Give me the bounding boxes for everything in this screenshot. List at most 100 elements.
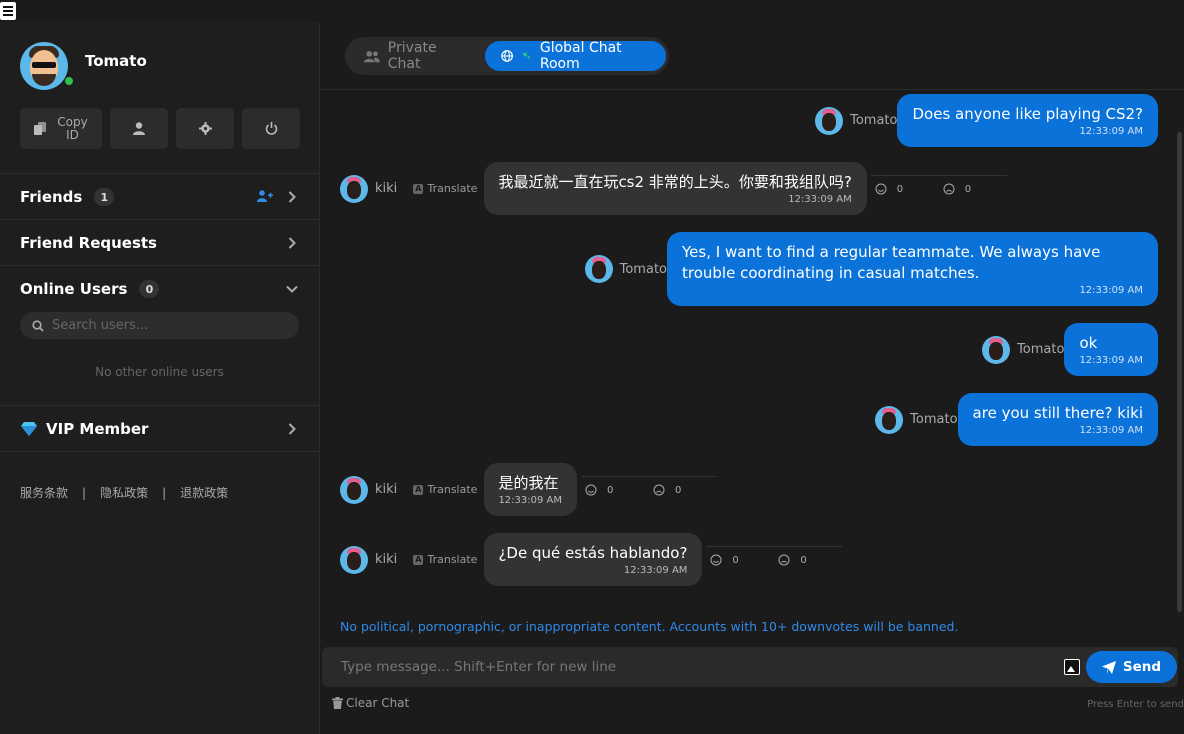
like-count: 0 — [732, 554, 739, 566]
logout-button[interactable] — [242, 108, 300, 149]
friends-section: Friends 1 — [0, 173, 319, 220]
user-icon — [133, 122, 145, 135]
power-icon — [265, 122, 277, 135]
message-bubble: ¿De qué estás hablando? 12:33:09 AM — [484, 533, 703, 586]
like-button[interactable]: 0 — [710, 554, 774, 566]
message-text: Yes, I want to find a regular teammate. … — [682, 243, 1101, 282]
friends-count-badge: 1 — [94, 188, 115, 206]
translate-button[interactable]: A Translate — [413, 182, 477, 195]
avatar — [340, 475, 368, 504]
chat-tabs: Private Chat Global Chat Room — [345, 37, 669, 75]
message-time: 12:33:09 AM — [623, 565, 688, 576]
tab-global-label: Global Chat Room — [539, 40, 622, 72]
dislike-button[interactable]: 0 — [778, 554, 842, 566]
search-icon — [32, 319, 44, 332]
message-input[interactable] — [341, 659, 1021, 675]
gear-icon — [198, 122, 212, 135]
translate-button[interactable]: A Translate — [413, 553, 477, 566]
message-reactions: 0 0 — [581, 475, 717, 504]
dislike-button[interactable]: 0 — [943, 183, 1007, 195]
message-text: are you still there? kiki — [972, 404, 1143, 422]
message-time: 12:33:09 AM — [1079, 355, 1143, 366]
vip-header[interactable]: VIP Member — [0, 406, 319, 452]
translate-button[interactable]: A Translate — [413, 483, 477, 496]
users-icon — [364, 50, 380, 62]
chevron-right-icon[interactable] — [285, 236, 299, 250]
privacy-link[interactable]: 隐私政策 — [100, 484, 148, 501]
scrollbar[interactable] — [1177, 132, 1182, 612]
message-bubble: ok 12:33:09 AM — [1064, 323, 1158, 376]
content-policy-notice: No political, pornographic, or inappropr… — [340, 619, 959, 634]
sender-name: Tomato — [910, 412, 958, 427]
translate-icon: A — [413, 554, 424, 565]
footer-links: 服务条款 | 隐私政策 | 退款政策 — [20, 484, 228, 501]
avatar[interactable] — [20, 42, 68, 90]
frown-icon — [778, 554, 790, 566]
vip-section: VIP Member — [0, 405, 319, 452]
online-status-dot — [65, 77, 73, 85]
tab-global-chat[interactable]: Global Chat Room — [485, 40, 666, 72]
message-composer: Send — [322, 647, 1178, 687]
settings-button[interactable] — [176, 108, 234, 149]
dislike-button[interactable]: 0 — [653, 484, 717, 496]
like-button[interactable]: 0 — [585, 484, 649, 496]
message-text: ok — [1079, 334, 1098, 352]
friends-label: Friends — [20, 188, 83, 206]
message-time: 12:33:09 AM — [1079, 126, 1143, 137]
smile-icon — [585, 484, 597, 496]
chevron-down-icon[interactable] — [285, 282, 299, 296]
terms-link[interactable]: 服务条款 — [20, 484, 68, 501]
tab-private-chat[interactable]: Private Chat — [348, 40, 479, 72]
copy-id-button[interactable]: Copy ID — [20, 108, 102, 149]
refund-link[interactable]: 退款政策 — [180, 484, 228, 501]
chevron-right-icon[interactable] — [285, 422, 299, 436]
search-users-box — [20, 312, 299, 339]
clear-chat-label: Clear Chat — [346, 696, 410, 710]
message-reactions: 0 0 — [706, 545, 843, 574]
friend-requests-label: Friend Requests — [20, 234, 157, 252]
sender-name: kiki — [375, 181, 398, 196]
avatar — [982, 335, 1011, 364]
sender-name: Tomato — [850, 113, 898, 128]
copy-icon — [33, 122, 46, 135]
profile-button[interactable] — [110, 108, 168, 149]
message-text: 我最近就一直在玩cs2 非常的上头。你要和我组队吗? — [498, 173, 852, 191]
menu-icon[interactable] — [0, 2, 16, 20]
frown-icon — [653, 484, 665, 496]
sender-name: kiki — [375, 552, 398, 567]
friends-header[interactable]: Friends 1 — [0, 174, 319, 220]
send-button[interactable]: Send — [1086, 651, 1177, 683]
vip-label: VIP Member — [46, 420, 149, 438]
like-count: 0 — [896, 183, 904, 195]
frown-icon — [943, 183, 955, 195]
message-bubble: 是的我在 12:33:09 AM — [484, 463, 577, 516]
search-users-input[interactable] — [52, 318, 272, 333]
message-text: 是的我在 — [498, 474, 559, 492]
online-users-header[interactable]: Online Users 0 — [0, 266, 319, 312]
online-users-count-badge: 0 — [139, 280, 160, 298]
avatar — [340, 174, 368, 203]
globe-icon — [501, 50, 514, 62]
image-icon[interactable] — [1064, 659, 1080, 675]
sender-name: kiki — [375, 482, 398, 497]
smile-icon — [710, 554, 722, 566]
translate-label: Translate — [427, 182, 478, 195]
friend-requests-section: Friend Requests — [0, 219, 319, 266]
send-label: Send — [1122, 659, 1162, 675]
like-button[interactable]: 0 — [875, 183, 939, 195]
message-incoming: kiki A Translate 是的我在 12:33:09 AM 0 0 — [340, 463, 717, 516]
dislike-count: 0 — [964, 183, 972, 195]
paper-plane-icon — [1101, 660, 1116, 674]
profile-actions: Copy ID — [20, 108, 300, 149]
message-reactions: 0 0 — [870, 174, 1007, 203]
profile: Tomato — [20, 42, 147, 90]
add-user-icon[interactable] — [257, 188, 273, 206]
dislike-count: 0 — [675, 484, 682, 496]
message-outgoing: Tomato are you still there? kiki 12:33:0… — [875, 393, 1158, 446]
footer-separator: | — [82, 485, 87, 500]
message-text: ¿De qué estás hablando? — [498, 544, 688, 562]
friend-requests-header[interactable]: Friend Requests — [0, 220, 319, 266]
chevron-right-icon[interactable] — [285, 190, 299, 204]
clear-chat-button[interactable]: Clear Chat — [332, 696, 409, 710]
earth-emoji-icon — [521, 51, 532, 61]
